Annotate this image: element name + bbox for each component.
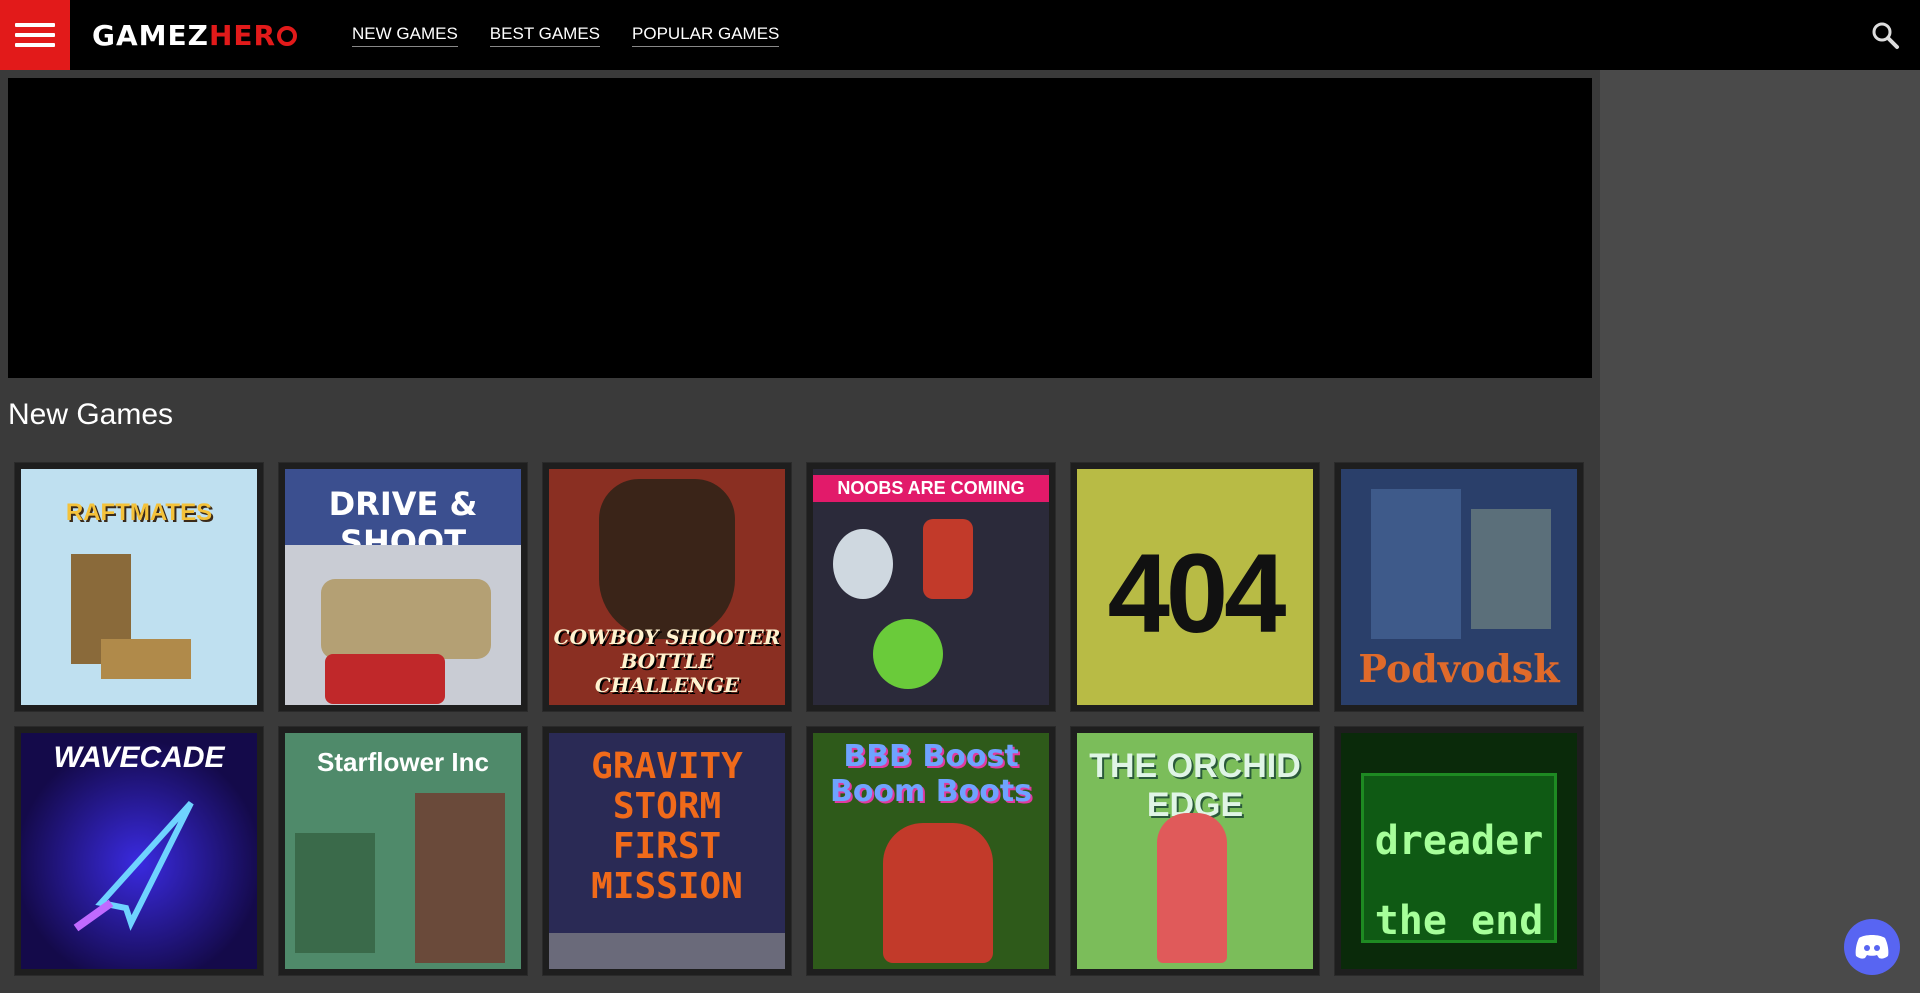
discord-icon <box>1855 935 1889 959</box>
game-title: COWBOY SHOOTER BOTTLE CHALLENGE <box>553 625 781 697</box>
game-title: BBB Boost Boom Boots <box>829 739 1033 809</box>
game-title: Starflower Inc <box>317 747 489 777</box>
nav-new-games[interactable]: NEW GAMES <box>352 24 458 47</box>
game-thumbnail: DRIVE & SHOOT <box>285 469 521 705</box>
game-art <box>325 654 445 704</box>
menu-button[interactable] <box>0 0 70 70</box>
game-thumbnail: NOOBS ARE COMING <box>813 469 1049 705</box>
game-thumbnail: Podvodsk <box>1341 469 1577 705</box>
game-card-gravity-storm[interactable]: GRAVITY STORM FIRST MISSION <box>542 726 792 976</box>
logo-text-hero: HER <box>208 18 277 52</box>
game-card-podvodsk[interactable]: Podvodsk <box>1334 462 1584 712</box>
game-art <box>923 519 973 599</box>
game-art <box>101 639 191 679</box>
game-card-raftmates[interactable]: RAFTMATES <box>14 462 264 712</box>
game-card-cowboy-shooter[interactable]: COWBOY SHOOTER BOTTLE CHALLENGE <box>542 462 792 712</box>
discord-button[interactable] <box>1844 919 1900 975</box>
game-card-dreader[interactable]: dreader the end <box>1334 726 1584 976</box>
right-side-panel <box>1600 70 1920 993</box>
nav-best-games[interactable]: BEST GAMES <box>489 24 601 47</box>
game-art <box>1471 509 1551 629</box>
game-art <box>833 529 893 599</box>
game-art <box>415 793 505 963</box>
hamburger-line <box>15 33 55 37</box>
video-player-area[interactable] <box>8 78 1592 378</box>
logo-text-gamez: GAMEZ <box>92 18 209 52</box>
game-thumbnail: BBB Boost Boom Boots <box>813 733 1049 969</box>
game-card-orchid-edge[interactable]: THE ORCHID EDGE <box>1070 726 1320 976</box>
game-card-starflower-inc[interactable]: Starflower Inc <box>278 726 528 976</box>
search-icon <box>1872 22 1899 49</box>
game-art <box>1371 489 1461 639</box>
game-thumbnail: 404 <box>1077 469 1313 705</box>
game-art <box>873 619 943 689</box>
spaceship-art <box>73 800 194 932</box>
game-art <box>599 479 735 639</box>
main-nav: NEW GAMES BEST GAMES POPULAR GAMES <box>352 24 780 47</box>
search-button[interactable] <box>1870 20 1900 50</box>
game-thumbnail: THE ORCHID EDGE <box>1077 733 1313 969</box>
game-card-wavecade[interactable]: WAVECADE <box>14 726 264 976</box>
nav-popular-games[interactable]: POPULAR GAMES <box>632 24 780 47</box>
game-title: 404 <box>1107 531 1287 656</box>
game-thumbnail: COWBOY SHOOTER BOTTLE CHALLENGE <box>549 469 785 705</box>
game-thumbnail: GRAVITY STORM FIRST MISSION <box>549 733 785 969</box>
game-art <box>321 579 491 659</box>
game-card-noobs-are-coming[interactable]: NOOBS ARE COMING <box>806 462 1056 712</box>
game-title: NOOBS ARE COMING <box>813 475 1049 502</box>
section-title-new-games: New Games <box>8 398 174 431</box>
game-art <box>883 823 993 963</box>
hamburger-line <box>15 43 55 47</box>
game-title: WAVECADE <box>53 741 225 774</box>
game-card-404[interactable]: 404 <box>1070 462 1320 712</box>
game-card-bbb-boost-boom-boots[interactable]: BBB Boost Boom Boots <box>806 726 1056 976</box>
game-title: Podvodsk <box>1358 646 1560 691</box>
game-title: RAFTMATES <box>65 499 213 526</box>
game-card-drive-shoot[interactable]: DRIVE & SHOOT <box>278 462 528 712</box>
game-art <box>295 833 375 953</box>
site-logo[interactable]: GAMEZ HER <box>92 16 298 54</box>
game-art <box>549 933 785 969</box>
game-thumbnail: RAFTMATES <box>21 469 257 705</box>
game-title: GRAVITY STORM FIRST MISSION <box>591 746 743 907</box>
hamburger-icon <box>15 23 55 27</box>
game-title: dreader the end <box>1374 818 1544 944</box>
main-content: New Games RAFTMATES DRIVE & SHOOT COWBOY… <box>0 70 1600 993</box>
logo-o-mark <box>277 26 298 46</box>
game-thumbnail: WAVECADE <box>21 733 257 969</box>
game-art <box>1157 813 1227 963</box>
game-thumbnail: Starflower Inc <box>285 733 521 969</box>
game-thumbnail: dreader the end <box>1341 733 1577 969</box>
top-bar: GAMEZ HER NEW GAMES BEST GAMES POPULAR G… <box>0 0 1920 70</box>
